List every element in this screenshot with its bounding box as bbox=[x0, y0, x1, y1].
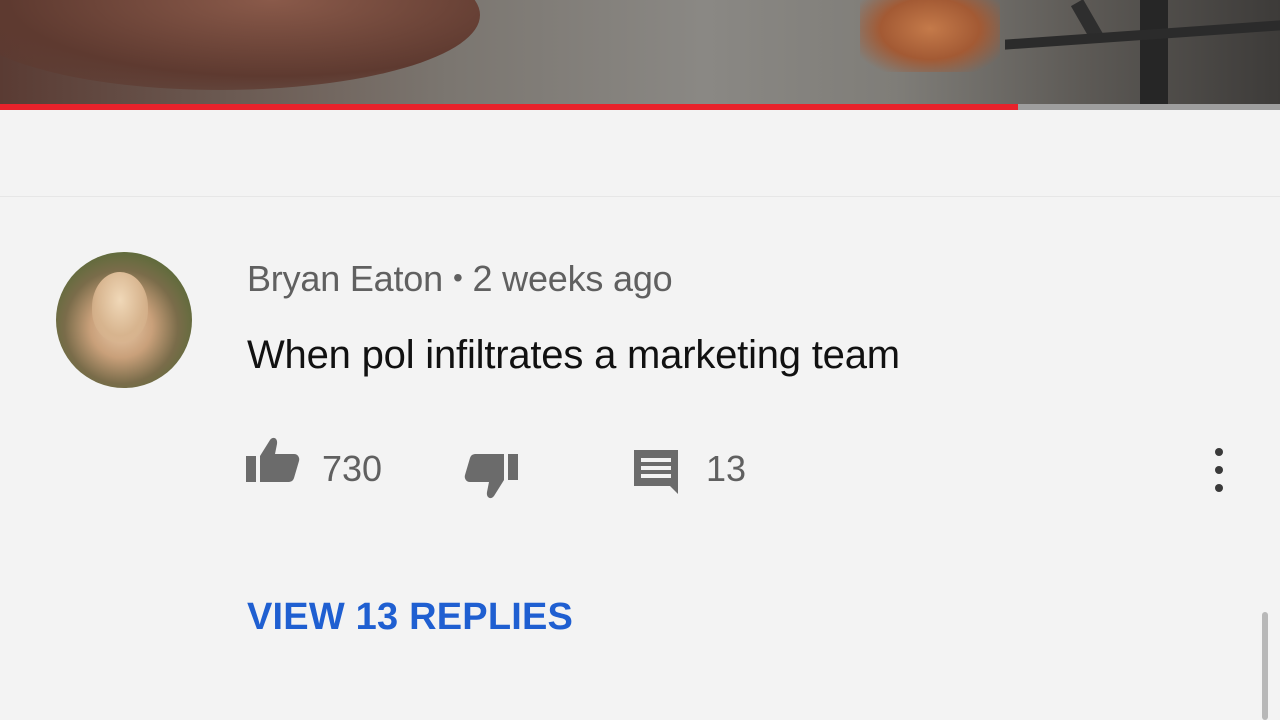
comment-icon bbox=[634, 450, 678, 494]
comments-screen: Bryan Eaton • 2 weeks ago When pol infiltr… bbox=[0, 0, 1280, 720]
comment-text: When pol infiltrates a marketing team bbox=[247, 333, 900, 377]
thumbs-down-icon bbox=[464, 454, 518, 499]
thumbs-up-icon bbox=[246, 437, 300, 482]
video-player[interactable] bbox=[0, 0, 1280, 106]
comment-time: 2 weeks ago bbox=[472, 258, 673, 299]
more-options-button[interactable] bbox=[1204, 448, 1234, 492]
comment-divider bbox=[0, 196, 1280, 197]
like-count: 730 bbox=[322, 448, 383, 489]
scrollbar[interactable] bbox=[1262, 612, 1268, 720]
reply-button[interactable] bbox=[632, 448, 680, 494]
more-vert-icon-dot bbox=[1215, 484, 1223, 492]
author-name[interactable]: Bryan Eaton bbox=[247, 258, 443, 299]
video-frame-shoe bbox=[860, 0, 1000, 72]
view-replies-link[interactable]: VIEW 13 REPLIES bbox=[247, 596, 573, 639]
separator-dot: • bbox=[452, 262, 463, 293]
video-frame-hand bbox=[0, 0, 480, 90]
more-vert-icon-dot bbox=[1215, 448, 1223, 456]
author-avatar[interactable] bbox=[56, 252, 192, 388]
comment-item: Bryan Eaton • 2 weeks ago When pol infiltr… bbox=[0, 110, 1280, 720]
reply-count: 13 bbox=[706, 448, 747, 489]
dislike-button[interactable] bbox=[464, 452, 518, 500]
more-vert-icon-dot bbox=[1215, 466, 1223, 474]
like-button[interactable] bbox=[246, 436, 300, 484]
comment-header: Bryan Eaton • 2 weeks ago bbox=[247, 258, 673, 300]
